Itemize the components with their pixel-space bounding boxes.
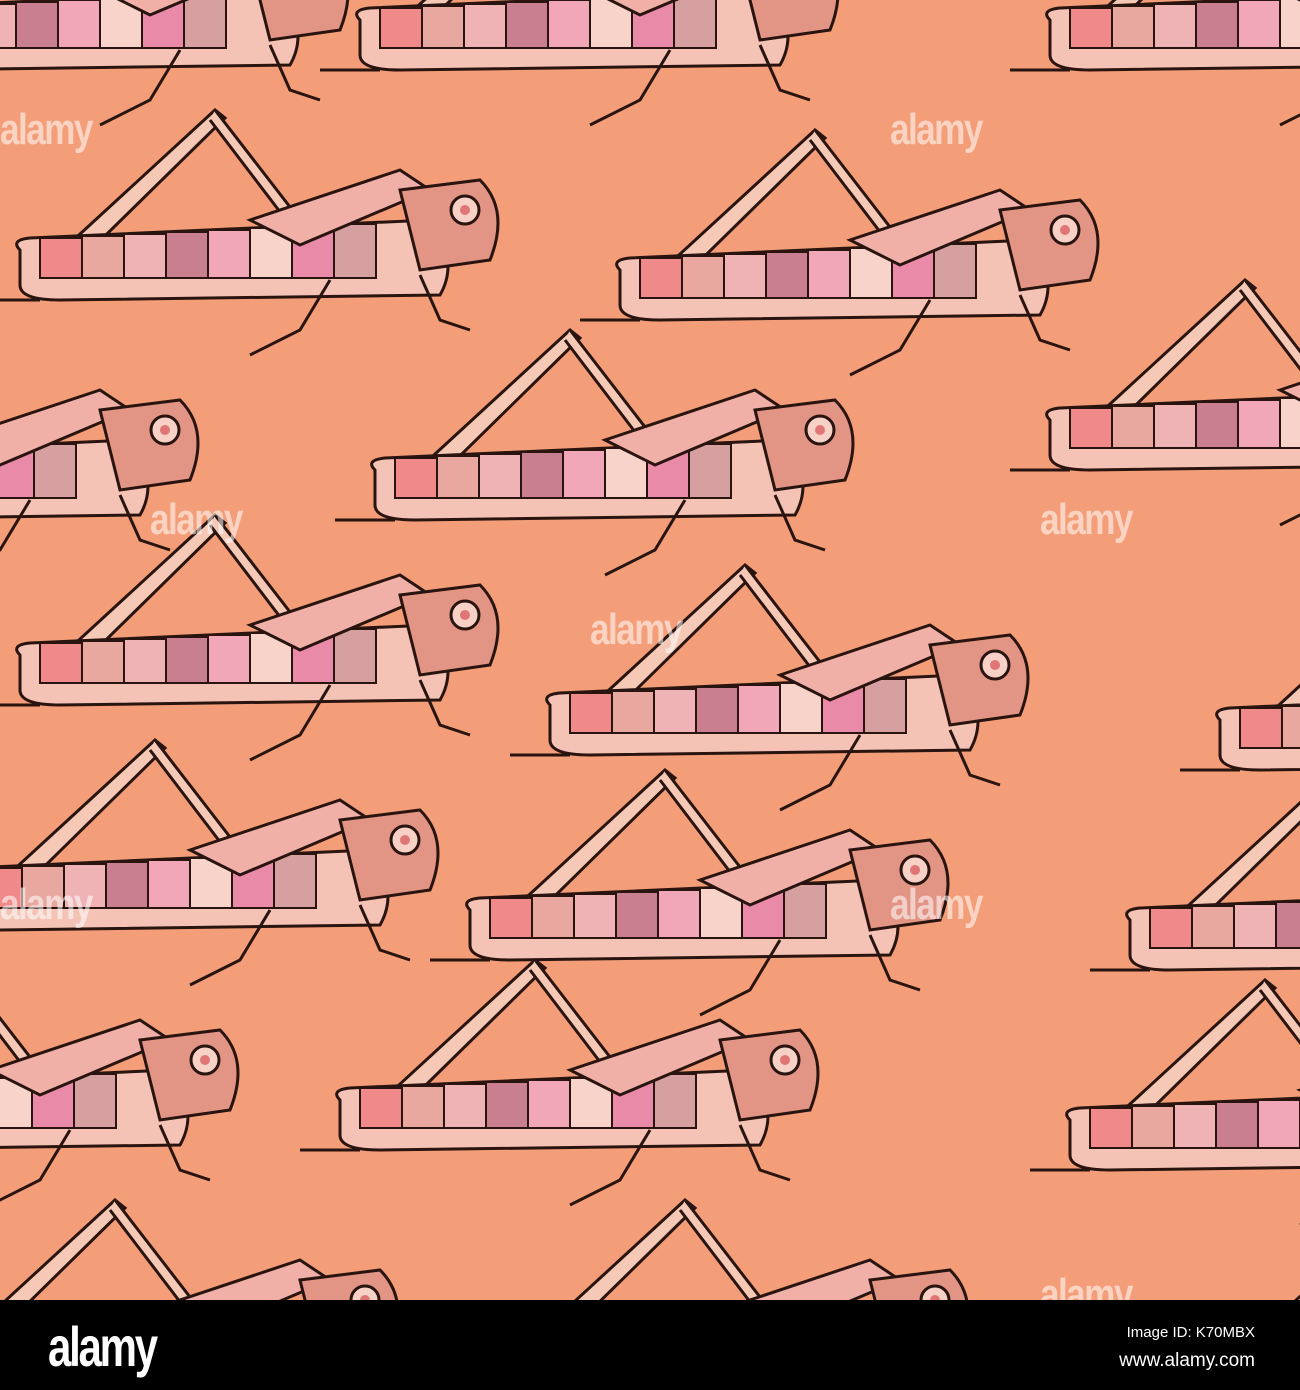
grasshopper (0, 738, 440, 987)
grasshopper (578, 128, 1100, 377)
watermark: alamy (1040, 495, 1133, 544)
alamy-logo: alamy (48, 1315, 158, 1378)
grasshopper (1178, 578, 1300, 827)
watermark: alamy (0, 105, 93, 154)
grasshopper (448, 1198, 970, 1300)
grasshopper (318, 0, 840, 127)
watermark: alamy (590, 605, 683, 654)
grasshopper (1028, 978, 1300, 1227)
grasshopper (0, 958, 240, 1207)
grasshopper (508, 563, 1030, 812)
grasshopper (1008, 278, 1300, 527)
watermark: alamy (0, 880, 93, 929)
grasshopper (428, 768, 950, 1017)
grasshopper (1008, 0, 1300, 127)
site-url: www.alamy.com (1119, 1350, 1255, 1371)
watermark: alamy (150, 495, 243, 544)
grasshopper (333, 328, 855, 577)
grasshopper (0, 1198, 400, 1300)
watermark: alamy (890, 105, 983, 154)
footer-bar: alamy Image ID: K70MBX www.alamy.com (0, 1300, 1300, 1390)
grasshopper (0, 513, 500, 762)
image-id: Image ID: K70MBX (1126, 1324, 1255, 1341)
watermark: alamy (890, 880, 983, 929)
grasshopper (1168, 1198, 1300, 1300)
grasshopper (298, 958, 820, 1207)
